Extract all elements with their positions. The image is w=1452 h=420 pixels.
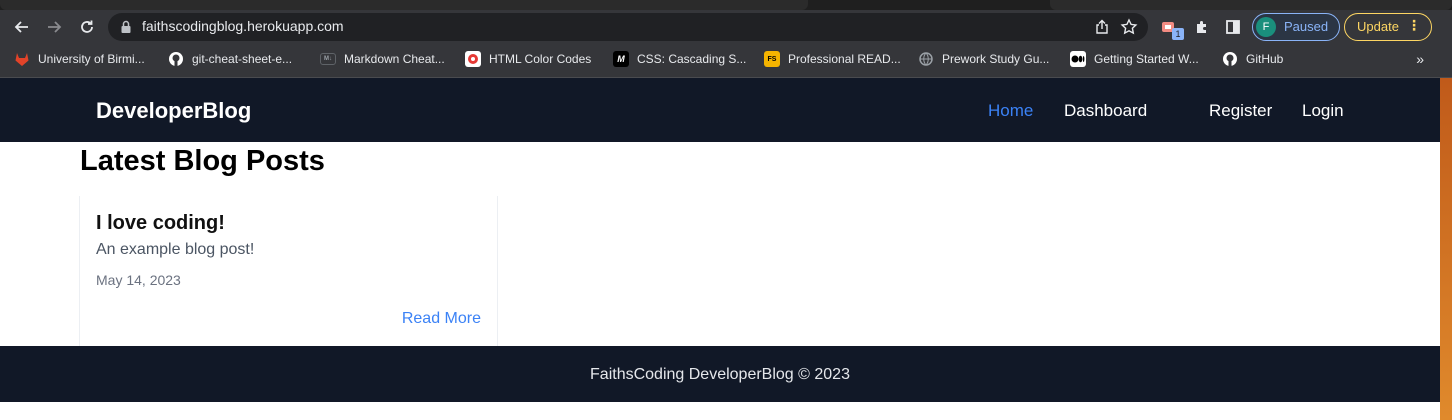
side-panel-button[interactable] (1221, 15, 1245, 39)
gitlab-icon (14, 51, 30, 67)
update-button[interactable]: Update ⋮ (1344, 13, 1432, 41)
github-icon (168, 51, 184, 67)
side-panel-icon (1226, 20, 1240, 34)
bookmark-label: CSS: Cascading S... (637, 52, 747, 66)
extension-badge: 1 (1172, 28, 1184, 40)
bookmark-label: Prework Study Gu... (942, 52, 1050, 66)
bookmark-item[interactable]: M↓ Markdown Cheat... (320, 44, 445, 74)
avatar: F (1256, 17, 1276, 37)
tab-strip-segment (0, 0, 808, 10)
reload-button[interactable] (75, 15, 99, 39)
nav-home-link[interactable]: Home (988, 101, 1033, 121)
post-description: An example blog post! (96, 241, 255, 258)
color-wheel-icon (465, 51, 481, 67)
footer-text: FaithsCoding DeveloperBlog © 2023 (590, 366, 850, 383)
post-title[interactable]: I love coding! (96, 212, 225, 235)
bookmark-label: HTML Color Codes (489, 52, 592, 66)
blog-post-card: I love coding! An example blog post! May… (79, 196, 498, 346)
forward-arrow-icon (48, 21, 62, 33)
puzzle-icon (1197, 21, 1206, 33)
bookmark-label: git-cheat-sheet-e... (192, 52, 293, 66)
profile-button[interactable]: F Paused (1252, 13, 1340, 41)
bookmark-label: Getting Started W... (1094, 52, 1199, 66)
more-bookmarks-button[interactable]: » (1416, 51, 1424, 67)
kebab-menu-icon[interactable]: ⋮ (1407, 18, 1421, 32)
update-label: Update (1357, 19, 1399, 34)
reload-icon (81, 20, 93, 33)
site-brand[interactable]: DeveloperBlog (96, 98, 251, 124)
bookmark-label: Professional READ... (788, 52, 901, 66)
tab-strip-segment (1050, 0, 1452, 10)
bookmark-label: University of Birmi... (38, 52, 145, 66)
lock-icon[interactable] (120, 20, 132, 39)
nav-dashboard-link[interactable]: Dashboard (1064, 101, 1147, 121)
browser-toolbar: faithscodingblog.herokuapp.com F Paused … (0, 10, 1452, 44)
bookmark-star-icon[interactable] (1120, 18, 1138, 41)
bookmark-item[interactable]: University of Birmi... (14, 44, 145, 74)
bookmarks-bar: University of Birmi... git-cheat-sheet-e… (0, 44, 1452, 78)
back-arrow-icon (14, 21, 28, 33)
bookmark-item[interactable]: GitHub (1222, 44, 1283, 74)
site-navbar: DeveloperBlog Home Dashboard Register Lo… (0, 78, 1440, 142)
github-icon (1222, 51, 1238, 67)
bookmark-item[interactable]: HTML Color Codes (465, 44, 591, 74)
nav-register-link[interactable]: Register (1209, 101, 1272, 121)
markdown-icon: M↓ (320, 53, 336, 65)
back-button[interactable] (10, 15, 34, 39)
desktop-wallpaper-edge (1440, 78, 1452, 420)
profile-status: Paused (1284, 19, 1329, 34)
readme-icon: FS (764, 51, 780, 67)
forward-button[interactable] (42, 15, 66, 39)
bookmark-item[interactable]: M CSS: Cascading S... (613, 44, 746, 74)
page-title: Latest Blog Posts (80, 145, 325, 177)
post-date: May 14, 2023 (96, 272, 181, 288)
bookmark-item[interactable]: git-cheat-sheet-e... (168, 44, 292, 74)
url-text[interactable]: faithscodingblog.herokuapp.com (142, 18, 344, 34)
nav-login-link[interactable]: Login (1302, 101, 1344, 121)
mdn-icon: M (613, 51, 629, 67)
medium-icon (1070, 51, 1086, 67)
bookmark-label: GitHub (1246, 52, 1284, 66)
tab-strip (0, 0, 1452, 10)
read-more-link[interactable]: Read More (402, 310, 481, 328)
bookmark-item[interactable]: Getting Started W... (1070, 44, 1199, 74)
address-bar[interactable]: faithscodingblog.herokuapp.com (108, 13, 1148, 41)
share-icon[interactable] (1094, 19, 1110, 40)
bookmark-item[interactable]: Prework Study Gu... (918, 44, 1049, 74)
globe-icon (918, 51, 934, 67)
bookmark-label: Markdown Cheat... (344, 52, 445, 66)
extensions-button[interactable] (1190, 15, 1214, 39)
bookmark-item[interactable]: FS Professional READ... (764, 44, 901, 74)
site-footer: FaithsCoding DeveloperBlog © 2023 (0, 346, 1440, 402)
